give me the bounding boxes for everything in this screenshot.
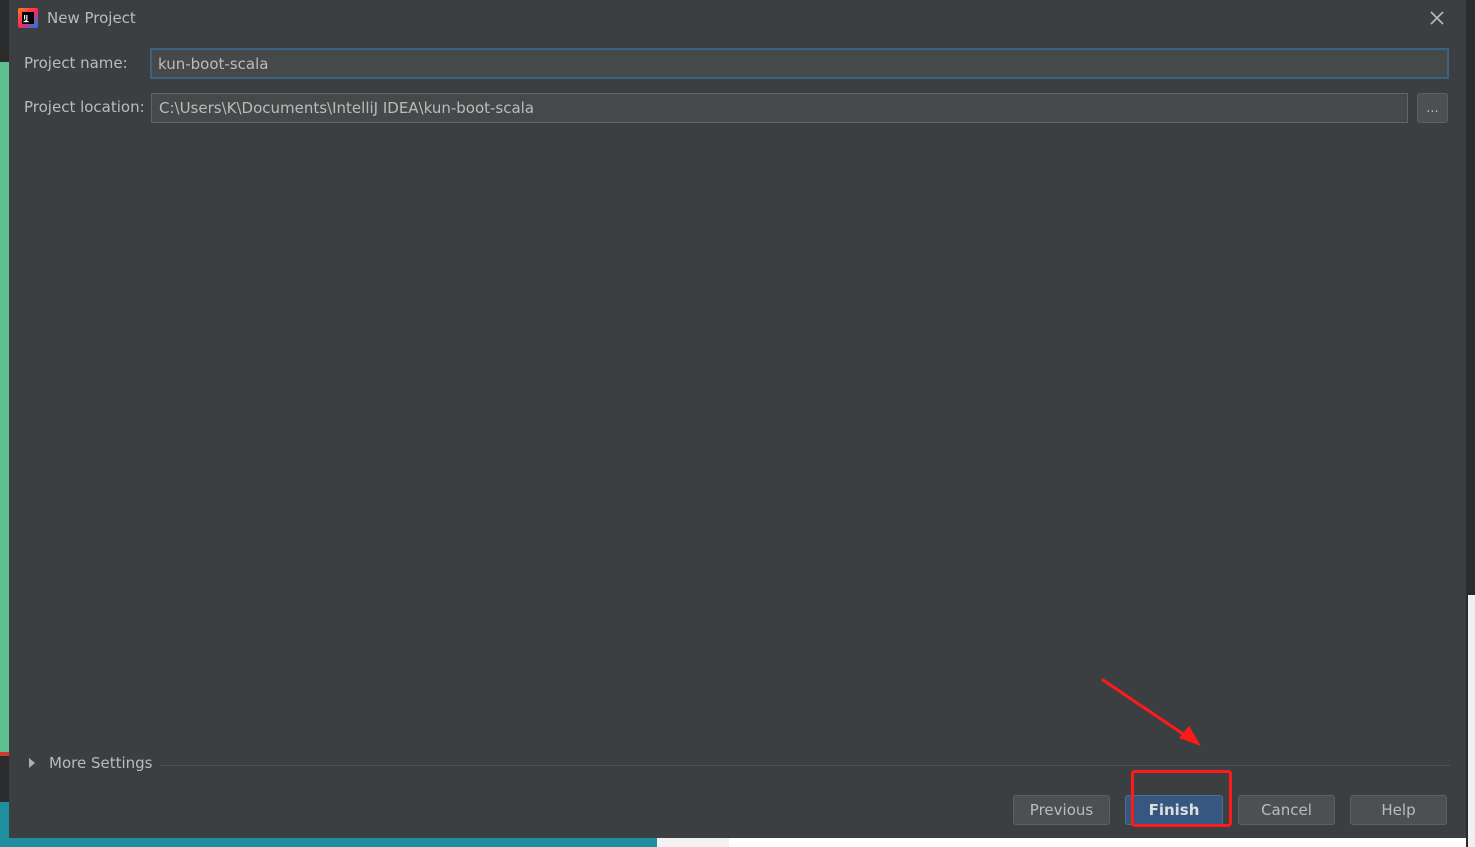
background-window-white <box>729 838 1475 847</box>
project-location-value: C:\Users\K\Documents\IntelliJ IDEA\kun-b… <box>159 99 535 117</box>
intellij-idea-icon: IJ <box>18 8 38 28</box>
project-name-label: Project name: <box>24 54 128 72</box>
cancel-button[interactable]: Cancel <box>1238 795 1335 825</box>
background-window-edge-green <box>0 62 9 752</box>
help-button[interactable]: Help <box>1350 795 1447 825</box>
project-name-input[interactable]: kun-boot-scala <box>150 48 1449 79</box>
close-icon[interactable] <box>1427 8 1447 28</box>
finish-button[interactable]: Finish <box>1125 795 1223 825</box>
svg-text:IJ: IJ <box>24 15 28 22</box>
browse-location-button[interactable]: ... <box>1417 93 1448 123</box>
more-settings-toggle[interactable]: More Settings <box>29 754 152 772</box>
desktop: IJ New Project Project name: kun-boot-sc… <box>0 0 1475 847</box>
project-location-label: Project location: <box>24 98 145 116</box>
new-project-dialog: IJ New Project Project name: kun-boot-sc… <box>9 0 1467 838</box>
expand-triangle-icon <box>29 758 35 768</box>
project-name-value: kun-boot-scala <box>158 54 269 73</box>
background-window-right-white <box>1468 595 1475 847</box>
more-settings-label: More Settings <box>49 754 153 772</box>
dialog-titlebar: IJ New Project <box>9 0 1466 36</box>
dialog-title: New Project <box>47 9 136 27</box>
annotation-arrow-icon <box>1101 678 1201 746</box>
previous-button[interactable]: Previous <box>1013 795 1110 825</box>
more-settings-separator <box>160 765 1450 766</box>
project-location-input[interactable]: C:\Users\K\Documents\IntelliJ IDEA\kun-b… <box>151 93 1408 123</box>
background-window-edge-dark <box>0 756 9 802</box>
background-window-light <box>657 838 729 847</box>
